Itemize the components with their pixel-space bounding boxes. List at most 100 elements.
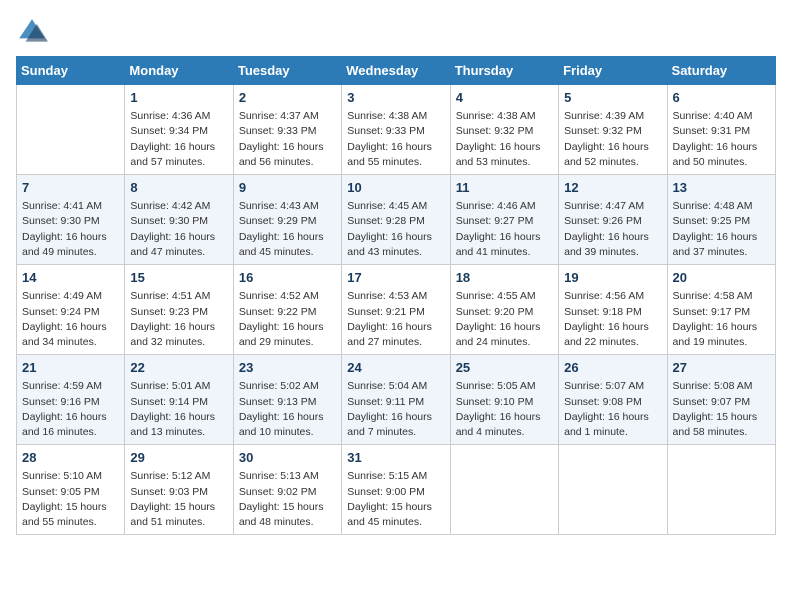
day-cell: 11Sunrise: 4:46 AMSunset: 9:27 PMDayligh… — [450, 175, 558, 265]
day-info: Sunrise: 4:49 AMSunset: 9:24 PMDaylight:… — [22, 289, 119, 350]
day-info: Sunrise: 5:04 AMSunset: 9:11 PMDaylight:… — [347, 379, 444, 440]
logo — [16, 16, 52, 48]
day-info: Sunrise: 4:38 AMSunset: 9:33 PMDaylight:… — [347, 109, 444, 170]
day-cell: 13 Sunrise: 4:48 AMSunset: 9:25 PMDayligh… — [667, 175, 775, 265]
day-info: Sunrise: 5:15 AMSunset: 9:00 PMDaylight:… — [347, 469, 444, 530]
day-cell: 21Sunrise: 4:59 AMSunset: 9:16 PMDayligh… — [17, 355, 125, 445]
day-info: Sunrise: 4:53 AMSunset: 9:21 PMDaylight:… — [347, 289, 444, 350]
day-number: 26 — [564, 359, 661, 377]
day-info: Sunrise: 5:08 AMSunset: 9:07 PMDaylight:… — [673, 379, 770, 440]
day-info: Sunrise: 4:42 AMSunset: 9:30 PMDaylight:… — [130, 199, 227, 260]
day-info: Sunrise: 4:36 AMSunset: 9:34 PMDaylight:… — [130, 109, 227, 170]
logo-icon — [16, 16, 48, 48]
column-header-wednesday: Wednesday — [342, 57, 450, 85]
column-header-tuesday: Tuesday — [233, 57, 341, 85]
day-info: Sunrise: 4:39 AMSunset: 9:32 PMDaylight:… — [564, 109, 661, 170]
day-info: Sunrise: 5:01 AMSunset: 9:14 PMDaylight:… — [130, 379, 227, 440]
day-cell: 28 Sunrise: 5:10 AMSunset: 9:05 PMDayligh… — [17, 445, 125, 535]
day-number: 12 — [564, 179, 661, 197]
column-header-thursday: Thursday — [450, 57, 558, 85]
day-cell: 18 Sunrise: 4:55 AMSunset: 9:20 PMDayligh… — [450, 265, 558, 355]
day-number: 25 — [456, 359, 553, 377]
day-info: Sunrise: 4:38 AMSunset: 9:32 PMDaylight:… — [456, 109, 553, 170]
day-number: 7 — [22, 179, 119, 197]
day-cell: 14 Sunrise: 4:49 AMSunset: 9:24 PMDayligh… — [17, 265, 125, 355]
day-number: 24 — [347, 359, 444, 377]
week-row-2: 7 Sunrise: 4:41 AMSunset: 9:30 PMDaylight… — [17, 175, 776, 265]
day-number: 8 — [130, 179, 227, 197]
day-number: 11 — [456, 179, 553, 197]
day-number: 27 — [673, 359, 770, 377]
day-cell — [17, 85, 125, 175]
day-cell: 7 Sunrise: 4:41 AMSunset: 9:30 PMDaylight… — [17, 175, 125, 265]
day-cell: 19 Sunrise: 4:56 AMSunset: 9:18 PMDayligh… — [559, 265, 667, 355]
day-info: Sunrise: 4:56 AMSunset: 9:18 PMDaylight:… — [564, 289, 661, 350]
day-number: 22 — [130, 359, 227, 377]
day-info: Sunrise: 4:47 AMSunset: 9:26 PMDaylight:… — [564, 199, 661, 260]
header-row: SundayMondayTuesdayWednesdayThursdayFrid… — [17, 57, 776, 85]
day-info: Sunrise: 4:52 AMSunset: 9:22 PMDaylight:… — [239, 289, 336, 350]
day-info: Sunrise: 4:37 AMSunset: 9:33 PMDaylight:… — [239, 109, 336, 170]
day-number: 18 — [456, 269, 553, 287]
day-number: 20 — [673, 269, 770, 287]
day-number: 28 — [22, 449, 119, 467]
day-cell: 27 Sunrise: 5:08 AMSunset: 9:07 PMDayligh… — [667, 355, 775, 445]
day-number: 31 — [347, 449, 444, 467]
day-cell — [667, 445, 775, 535]
day-info: Sunrise: 4:40 AMSunset: 9:31 PMDaylight:… — [673, 109, 770, 170]
column-header-saturday: Saturday — [667, 57, 775, 85]
day-info: Sunrise: 5:10 AMSunset: 9:05 PMDaylight:… — [22, 469, 119, 530]
day-number: 4 — [456, 89, 553, 107]
day-cell: 12 Sunrise: 4:47 AMSunset: 9:26 PMDayligh… — [559, 175, 667, 265]
day-number: 2 — [239, 89, 336, 107]
day-cell: 4 Sunrise: 4:38 AMSunset: 9:32 PMDaylight… — [450, 85, 558, 175]
day-info: Sunrise: 5:05 AMSunset: 9:10 PMDaylight:… — [456, 379, 553, 440]
day-cell: 31 Sunrise: 5:15 AMSunset: 9:00 PMDayligh… — [342, 445, 450, 535]
day-cell: 22 Sunrise: 5:01 AMSunset: 9:14 PMDayligh… — [125, 355, 233, 445]
day-number: 19 — [564, 269, 661, 287]
day-cell: 3 Sunrise: 4:38 AMSunset: 9:33 PMDaylight… — [342, 85, 450, 175]
day-number: 15 — [130, 269, 227, 287]
day-cell — [559, 445, 667, 535]
day-info: Sunrise: 4:59 AMSunset: 9:16 PMDaylight:… — [22, 379, 119, 440]
day-number: 1 — [130, 89, 227, 107]
day-info: Sunrise: 5:13 AMSunset: 9:02 PMDaylight:… — [239, 469, 336, 530]
day-info: Sunrise: 5:07 AMSunset: 9:08 PMDaylight:… — [564, 379, 661, 440]
day-number: 14 — [22, 269, 119, 287]
week-row-1: 1 Sunrise: 4:36 AMSunset: 9:34 PMDaylight… — [17, 85, 776, 175]
week-row-5: 28 Sunrise: 5:10 AMSunset: 9:05 PMDayligh… — [17, 445, 776, 535]
day-cell: 10Sunrise: 4:45 AMSunset: 9:28 PMDayligh… — [342, 175, 450, 265]
week-row-4: 21Sunrise: 4:59 AMSunset: 9:16 PMDayligh… — [17, 355, 776, 445]
day-cell: 17 Sunrise: 4:53 AMSunset: 9:21 PMDayligh… — [342, 265, 450, 355]
day-cell — [450, 445, 558, 535]
day-cell: 20Sunrise: 4:58 AMSunset: 9:17 PMDayligh… — [667, 265, 775, 355]
day-number: 9 — [239, 179, 336, 197]
day-number: 17 — [347, 269, 444, 287]
column-header-friday: Friday — [559, 57, 667, 85]
day-cell: 9 Sunrise: 4:43 AMSunset: 9:29 PMDaylight… — [233, 175, 341, 265]
day-cell: 23Sunrise: 5:02 AMSunset: 9:13 PMDayligh… — [233, 355, 341, 445]
day-info: Sunrise: 5:12 AMSunset: 9:03 PMDaylight:… — [130, 469, 227, 530]
day-number: 13 — [673, 179, 770, 197]
day-info: Sunrise: 4:55 AMSunset: 9:20 PMDaylight:… — [456, 289, 553, 350]
page-header — [16, 16, 776, 48]
day-number: 10 — [347, 179, 444, 197]
day-number: 30 — [239, 449, 336, 467]
day-info: Sunrise: 4:41 AMSunset: 9:30 PMDaylight:… — [22, 199, 119, 260]
day-cell: 26 Sunrise: 5:07 AMSunset: 9:08 PMDayligh… — [559, 355, 667, 445]
day-number: 29 — [130, 449, 227, 467]
day-cell: 1 Sunrise: 4:36 AMSunset: 9:34 PMDaylight… — [125, 85, 233, 175]
day-number: 3 — [347, 89, 444, 107]
week-row-3: 14 Sunrise: 4:49 AMSunset: 9:24 PMDayligh… — [17, 265, 776, 355]
calendar-table: SundayMondayTuesdayWednesdayThursdayFrid… — [16, 56, 776, 535]
day-cell: 24 Sunrise: 5:04 AMSunset: 9:11 PMDayligh… — [342, 355, 450, 445]
day-info: Sunrise: 4:48 AMSunset: 9:25 PMDaylight:… — [673, 199, 770, 260]
column-header-sunday: Sunday — [17, 57, 125, 85]
day-info: Sunrise: 4:51 AMSunset: 9:23 PMDaylight:… — [130, 289, 227, 350]
day-cell: 5Sunrise: 4:39 AMSunset: 9:32 PMDaylight… — [559, 85, 667, 175]
day-info: Sunrise: 4:43 AMSunset: 9:29 PMDaylight:… — [239, 199, 336, 260]
day-number: 6 — [673, 89, 770, 107]
day-cell: 30 Sunrise: 5:13 AMSunset: 9:02 PMDayligh… — [233, 445, 341, 535]
day-cell: 15 Sunrise: 4:51 AMSunset: 9:23 PMDayligh… — [125, 265, 233, 355]
day-info: Sunrise: 5:02 AMSunset: 9:13 PMDaylight:… — [239, 379, 336, 440]
